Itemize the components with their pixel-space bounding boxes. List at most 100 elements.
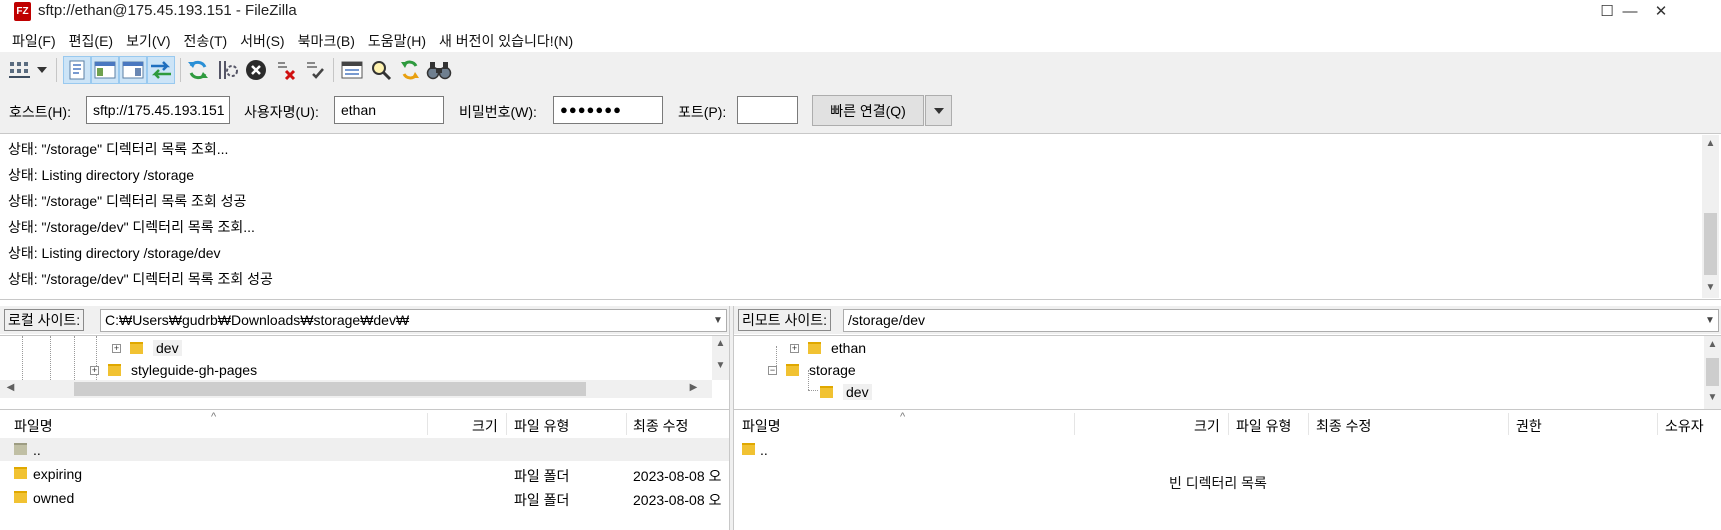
search-remote-files-icon[interactable] (425, 56, 453, 84)
local-tree-vscrollbar[interactable]: ▲ ▼ (712, 336, 729, 380)
remote-path-combobox[interactable]: /storage/dev (843, 309, 1719, 332)
folder-icon (786, 364, 799, 376)
column-owner[interactable]: 소유자 (1665, 416, 1704, 436)
scroll-up-icon[interactable]: ▲ (712, 338, 729, 349)
column-size[interactable]: 크기 (472, 416, 498, 436)
tree-node-dev[interactable]: + dev (112, 338, 182, 358)
chevron-down-icon[interactable]: ▼ (709, 309, 727, 332)
file-row[interactable]: expiring 파일 폴더 2023-08-08 오 (0, 462, 729, 485)
expand-icon[interactable]: + (90, 365, 99, 375)
folder-icon (14, 467, 27, 479)
menu-view[interactable]: 보기(V) (120, 28, 177, 52)
column-modified[interactable]: 최종 수정 (633, 416, 688, 436)
toolbar-separator (180, 58, 181, 82)
local-site-bar: 로컬 사이트: C:₩Users₩gudrb₩Downloads₩storage… (0, 306, 729, 334)
transfer-queue-toggle-icon[interactable] (147, 56, 175, 84)
expand-icon[interactable]: + (112, 343, 121, 353)
remote-tree-vscrollbar[interactable]: ▲ ▼ (1704, 336, 1721, 409)
scroll-thumb[interactable] (74, 382, 586, 396)
column-separator[interactable] (626, 413, 627, 435)
scroll-down-icon[interactable]: ▼ (1702, 282, 1719, 293)
column-name[interactable]: 파일명 (742, 416, 781, 436)
port-input[interactable] (737, 96, 798, 124)
chevron-down-icon[interactable]: ▼ (1701, 309, 1719, 332)
site-manager-icon[interactable] (6, 56, 34, 84)
menu-edit[interactable]: 편집(E) (63, 28, 120, 52)
column-separator[interactable] (506, 413, 507, 435)
file-row-parent[interactable]: .. (0, 438, 729, 461)
file-type: 파일 폴더 (514, 468, 570, 484)
column-size[interactable]: 크기 (1194, 416, 1220, 436)
remote-tree-toggle-icon[interactable] (119, 56, 147, 84)
menu-server[interactable]: 서버(S) (234, 28, 291, 52)
scroll-down-icon[interactable]: ▼ (1704, 392, 1721, 403)
column-permissions[interactable]: 권한 (1516, 416, 1542, 436)
menu-bookmarks[interactable]: 북마크(B) (292, 28, 362, 52)
log-scrollbar[interactable]: ▲ ▼ (1702, 135, 1719, 298)
remote-file-list-header: 파일명 ^ 크기 파일 유형 최종 수정 권한 소유자 (734, 411, 1721, 436)
password-input[interactable]: ●●●●●●● (553, 96, 663, 124)
tree-node-styleguide[interactable]: + styleguide-gh-pages (90, 360, 257, 380)
log-entry: 상태: Listing directory /storage (8, 167, 195, 183)
column-separator[interactable] (427, 413, 428, 435)
file-row[interactable]: owned 파일 폴더 2023-08-08 오 (0, 486, 729, 509)
local-path-combobox[interactable]: C:₩Users₩gudrb₩Downloads₩storage₩dev₩ (100, 309, 727, 332)
cancel-icon[interactable] (242, 56, 270, 84)
column-modified[interactable]: 최종 수정 (1316, 416, 1371, 436)
parent-folder-icon (14, 443, 27, 455)
folder-icon (108, 364, 121, 376)
sync-browsing-icon[interactable] (396, 56, 424, 84)
menu-new-version[interactable]: 새 버전이 있습니다!(N) (433, 28, 580, 52)
refresh-icon[interactable] (184, 56, 212, 84)
folder-icon (808, 342, 821, 354)
process-queue-icon[interactable] (213, 56, 241, 84)
file-row-parent[interactable]: .. (734, 438, 1721, 461)
reconnect-icon[interactable] (301, 56, 329, 84)
maximize-button[interactable]: ☐ (1584, 0, 1630, 22)
message-log-toggle-icon[interactable] (63, 56, 91, 84)
column-separator[interactable] (1228, 413, 1229, 435)
scroll-thumb[interactable] (1706, 358, 1719, 386)
column-separator[interactable] (1308, 413, 1309, 435)
column-separator[interactable] (1508, 413, 1509, 435)
log-entry: 상태: Listing directory /storage/dev (8, 245, 221, 261)
filezilla-window: FZ sftp://ethan@175.45.193.151 - FileZil… (0, 0, 1721, 530)
local-tree-hscrollbar[interactable]: ◀ ▶ (0, 380, 712, 398)
close-button[interactable]: ✕ (1638, 0, 1684, 22)
quickconnect-button[interactable]: 빠른 연결(Q) (812, 95, 924, 126)
menu-file[interactable]: 파일(F) (6, 28, 63, 52)
directory-filter-icon[interactable] (338, 56, 366, 84)
local-pane: 로컬 사이트: C:₩Users₩gudrb₩Downloads₩storage… (0, 306, 729, 530)
tree-node-ethan[interactable]: + ethan (790, 338, 866, 358)
collapse-icon[interactable]: − (768, 365, 777, 375)
scroll-thumb[interactable] (1704, 213, 1717, 275)
scroll-left-icon[interactable]: ◀ (2, 382, 19, 393)
remote-pane: 리모트 사이트: /storage/dev ▼ + ethan − storag… (734, 306, 1721, 530)
username-label: 사용자명(U): (244, 104, 319, 120)
column-separator[interactable] (1074, 413, 1075, 435)
expand-icon[interactable]: + (790, 343, 799, 353)
empty-directory-message: 빈 디렉터리 목록 (1169, 475, 1267, 491)
compare-directories-icon[interactable] (367, 56, 395, 84)
scroll-up-icon[interactable]: ▲ (1704, 339, 1721, 350)
column-type[interactable]: 파일 유형 (514, 416, 569, 436)
message-log: 상태: "/storage" 디렉터리 목록 조회... 상태: Listing… (0, 135, 1721, 300)
scroll-up-icon[interactable]: ▲ (1702, 138, 1719, 149)
scroll-down-icon[interactable]: ▼ (712, 360, 729, 371)
column-type[interactable]: 파일 유형 (1236, 416, 1291, 436)
quickconnect-dropdown-button[interactable] (925, 95, 952, 126)
scroll-right-icon[interactable]: ▶ (685, 382, 702, 393)
column-separator[interactable] (1657, 413, 1658, 435)
disconnect-icon[interactable] (272, 56, 300, 84)
port-label: 포트(P): (678, 104, 727, 120)
column-name[interactable]: 파일명 (14, 416, 53, 436)
username-input[interactable]: ethan (334, 96, 444, 124)
menu-transfer[interactable]: 전송(T) (178, 28, 235, 52)
tree-node-dev[interactable]: dev (820, 382, 872, 402)
dropdown-arrow-icon[interactable] (34, 56, 50, 84)
menu-help[interactable]: 도움말(H) (362, 28, 433, 52)
local-tree-toggle-icon[interactable] (91, 56, 119, 84)
host-input[interactable]: sftp://175.45.193.151 (86, 96, 230, 124)
remote-site-bar: 리모트 사이트: /storage/dev ▼ (734, 306, 1721, 334)
tree-node-storage[interactable]: − storage (768, 360, 856, 380)
